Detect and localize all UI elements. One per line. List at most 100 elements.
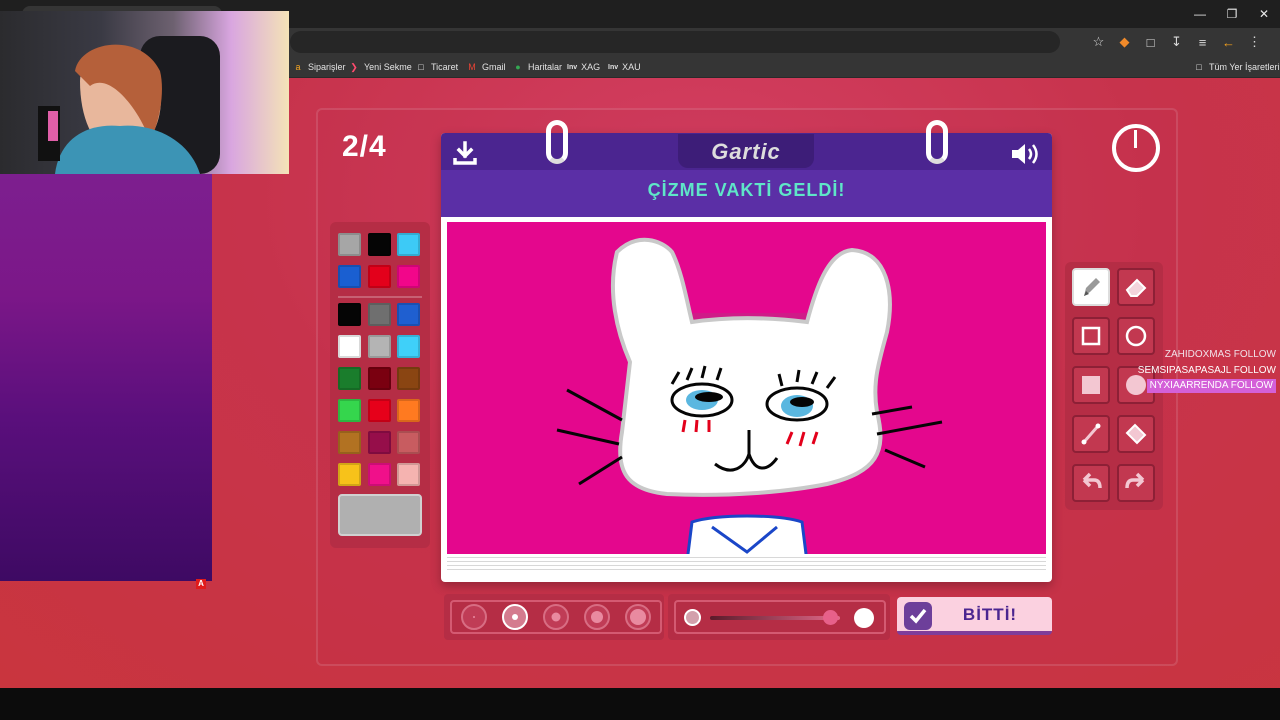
color-swatch[interactable] (338, 335, 361, 358)
opacity-slider[interactable] (710, 616, 840, 620)
gartic-logo: Gartic (711, 139, 781, 164)
color-swatch[interactable] (368, 335, 391, 358)
gmail-icon: M (468, 62, 476, 72)
opacity-max-icon (854, 608, 874, 628)
color-swatch[interactable] (338, 367, 361, 390)
media-icon[interactable]: ≡ (1194, 32, 1211, 52)
color-swatch[interactable] (397, 303, 420, 326)
pencil-tool-button[interactable] (1072, 268, 1110, 306)
bookmark-haritalar[interactable]: ● Haritalar (512, 60, 562, 74)
color-swatch[interactable] (338, 265, 361, 288)
extension-fox-icon[interactable]: ◆ (1116, 32, 1133, 52)
circle-tool-button[interactable] (1117, 317, 1155, 355)
binder-ring-left (546, 120, 568, 164)
color-swatch[interactable] (338, 303, 361, 326)
notebook-pages (447, 554, 1046, 570)
download-icon[interactable] (452, 140, 478, 166)
alert-badge: A (196, 579, 206, 589)
line-tool-button[interactable] (1072, 415, 1110, 453)
color-swatch[interactable] (338, 431, 361, 454)
color-swatch[interactable] (368, 399, 391, 422)
redo-icon (1125, 472, 1145, 489)
extensions-icon[interactable]: □ (1142, 32, 1159, 52)
rectangle-tool-button[interactable] (1072, 317, 1110, 355)
check-icon (904, 602, 932, 630)
color-swatch[interactable] (397, 265, 420, 288)
rectangle-icon (1081, 326, 1101, 346)
bookmark-gmail[interactable]: M Gmail (466, 60, 505, 74)
amazon-icon: a (295, 62, 301, 72)
bookmark-ticaret[interactable]: □ Ticaret (415, 60, 458, 74)
address-bar[interactable] (290, 31, 1060, 53)
sound-icon[interactable] (1010, 140, 1042, 168)
color-swatch[interactable] (397, 463, 420, 486)
all-bookmarks[interactable]: □ Tüm Yer İşaretleri (1193, 60, 1279, 74)
follow-alert: ZAHIDOXMAS FOLLOW (1164, 349, 1276, 360)
color-swatch[interactable] (397, 233, 420, 256)
bunny-drawing: Gartic (556, 237, 943, 554)
minimize-icon[interactable]: — (1184, 0, 1216, 28)
stream-side-panel (0, 174, 212, 581)
bookmark-yeni-sekme[interactable]: ❯ Yeni Sekme (348, 60, 411, 74)
webcam-overlay (0, 11, 289, 174)
color-swatch[interactable] (368, 431, 391, 454)
circle-icon (1125, 325, 1147, 347)
color-swatch[interactable] (397, 367, 420, 390)
color-swatch[interactable] (338, 463, 361, 486)
brush-size-option[interactable] (625, 604, 651, 630)
current-color-preview (338, 494, 422, 536)
bookmark-siparisler[interactable]: a Siparişler (292, 60, 345, 74)
bookmark-xag[interactable]: Inv XAG (567, 60, 600, 74)
eraser-icon (1125, 278, 1147, 297)
fill-bucket-tool-button[interactable] (1117, 415, 1155, 453)
eraser-tool-button[interactable] (1117, 268, 1155, 306)
filled-rectangle-tool-button[interactable] (1072, 366, 1110, 404)
bookmark-xau[interactable]: Inv XAU (608, 60, 641, 74)
brush-size-option[interactable] (543, 604, 569, 630)
color-swatch[interactable] (368, 265, 391, 288)
color-swatch[interactable] (397, 399, 420, 422)
close-icon[interactable]: ✕ (1248, 0, 1280, 28)
binder-ring-right (926, 120, 948, 164)
pencil-icon (1084, 278, 1100, 296)
investing-icon: Inv (608, 63, 619, 71)
opacity-min-icon (684, 609, 701, 626)
toolbar-icons: ☆ ◆ □ ↧ ≡ ← ⋮ (1090, 32, 1263, 52)
color-swatch[interactable] (338, 233, 361, 256)
color-swatch[interactable] (368, 463, 391, 486)
palette-divider (338, 296, 422, 298)
back-arrow-icon[interactable]: ← (1220, 32, 1237, 52)
maps-icon: ● (515, 62, 521, 72)
brush-size-option[interactable] (461, 604, 487, 630)
follow-alert: NYXIAARRENDA FOLLOW (1146, 379, 1276, 393)
page-footer (0, 688, 1280, 720)
line-icon (1081, 423, 1101, 445)
done-button-label: BİTTİ! (962, 605, 1018, 624)
follow-alert: SEMSIPASAPASAJL FOLLOW (1137, 365, 1276, 376)
color-swatch[interactable] (368, 233, 391, 256)
menu-icon[interactable]: ⋮ (1246, 32, 1263, 52)
filled-rectangle-icon (1082, 376, 1100, 394)
brush-size-option[interactable] (584, 604, 610, 630)
redo-tool-button[interactable] (1117, 464, 1155, 502)
opacity-slider-handle[interactable] (822, 610, 838, 625)
undo-icon (1082, 472, 1102, 489)
color-swatch[interactable] (368, 303, 391, 326)
restore-icon[interactable]: ❐ (1216, 0, 1248, 28)
bookmark-star-icon[interactable]: ☆ (1090, 32, 1107, 52)
timer-hand (1134, 130, 1137, 148)
download-icon[interactable]: ↧ (1168, 32, 1185, 52)
undo-tool-button[interactable] (1072, 464, 1110, 502)
folder-icon: □ (418, 62, 424, 72)
color-swatch[interactable] (368, 367, 391, 390)
round-counter: 2/4 (342, 130, 387, 163)
youtube-icon: ❯ (350, 61, 358, 72)
color-swatch[interactable] (397, 335, 420, 358)
color-swatch[interactable] (338, 399, 361, 422)
color-swatch[interactable] (397, 431, 420, 454)
window-controls: — ❐ ✕ (1184, 0, 1280, 28)
brush-size-option[interactable] (502, 604, 528, 630)
drawing-canvas[interactable]: Gartic (447, 222, 1046, 554)
webcam-figure (38, 36, 220, 174)
folder-icon: □ (1196, 62, 1202, 72)
